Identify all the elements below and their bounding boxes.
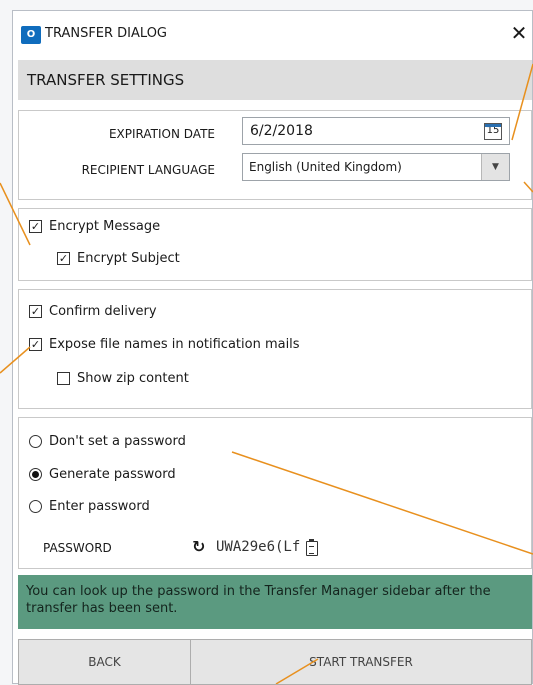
confirm-delivery-checkbox[interactable]: ✓ Confirm delivery [29, 300, 157, 322]
show-zip-content-label: Show zip content [77, 370, 189, 386]
radio-enter-password[interactable]: Enter password [29, 495, 150, 517]
back-button[interactable]: BACK [18, 639, 191, 685]
radio-circle[interactable] [29, 434, 42, 448]
info-banner: You can look up the password in the Tran… [18, 575, 532, 629]
confirm-delivery-label: Confirm delivery [49, 303, 157, 319]
expose-filenames-label: Expose file names in notification mails [49, 336, 300, 352]
expiration-date-label: EXPIRATION DATE [108, 127, 215, 141]
encrypt-subject-checkbox[interactable]: ✓ Encrypt Subject [57, 247, 180, 269]
expiration-date-input[interactable]: 6/2/2018 [242, 117, 510, 145]
chevron-down-icon[interactable]: ▼ [481, 154, 509, 180]
password-value: UWA29e6(Lf [216, 539, 301, 555]
clipboard-icon[interactable] [306, 539, 318, 556]
delivery-group: ✓ Confirm delivery ✓ Expose file names i… [18, 289, 532, 409]
recipient-language-label: RECIPIENT LANGUAGE [81, 163, 215, 177]
radio-circle[interactable] [29, 499, 42, 513]
encrypt-subject-label: Encrypt Subject [77, 250, 180, 266]
password-label: PASSWORD [43, 541, 112, 555]
recipient-language-select[interactable]: English (United Kingdom) ▼ [242, 153, 510, 181]
checkbox-box[interactable]: ✓ [29, 219, 42, 233]
footer: BACK START TRANSFER [18, 639, 532, 685]
encryption-group: ✓ Encrypt Message ✓ Encrypt Subject [18, 208, 532, 281]
encrypt-message-label: Encrypt Message [49, 218, 161, 234]
transfer-dialog: O TRANSFER DIALOG ✕ TRANSFER SETTINGS EX… [12, 10, 533, 685]
outlook-icon: O [21, 26, 41, 44]
radio-no-password[interactable]: Don't set a password [29, 430, 186, 452]
section-header: TRANSFER SETTINGS [18, 60, 532, 100]
radio-no-password-label: Don't set a password [49, 433, 186, 449]
calendar-icon[interactable]: 15 [484, 123, 502, 140]
show-zip-content-checkbox[interactable]: Show zip content [57, 367, 189, 389]
recipient-language-value: English (United Kingdom) [249, 160, 402, 174]
refresh-icon[interactable]: ↻ [192, 537, 205, 556]
radio-generate-password-label: Generate password [49, 466, 176, 482]
checkbox-box[interactable]: ✓ [29, 304, 42, 318]
encrypt-message-checkbox[interactable]: ✓ Encrypt Message [29, 215, 160, 237]
radio-circle[interactable] [29, 467, 42, 481]
radio-generate-password[interactable]: Generate password [29, 463, 176, 485]
radio-enter-password-label: Enter password [49, 498, 150, 514]
dialog-title: TRANSFER DIALOG [45, 26, 167, 41]
close-button[interactable]: ✕ [507, 20, 531, 46]
title-bar: O TRANSFER DIALOG ✕ [13, 11, 533, 55]
checkbox-box[interactable]: ✓ [29, 337, 42, 351]
expose-filenames-checkbox[interactable]: ✓ Expose file names in notification mail… [29, 333, 300, 355]
checkbox-box[interactable] [57, 371, 70, 385]
start-transfer-button[interactable]: START TRANSFER [191, 639, 532, 685]
settings-group: EXPIRATION DATE 6/2/2018 15 RECIPIENT LA… [18, 110, 532, 200]
checkbox-box[interactable]: ✓ [57, 251, 70, 265]
password-group: Don't set a password Generate password E… [18, 417, 532, 569]
